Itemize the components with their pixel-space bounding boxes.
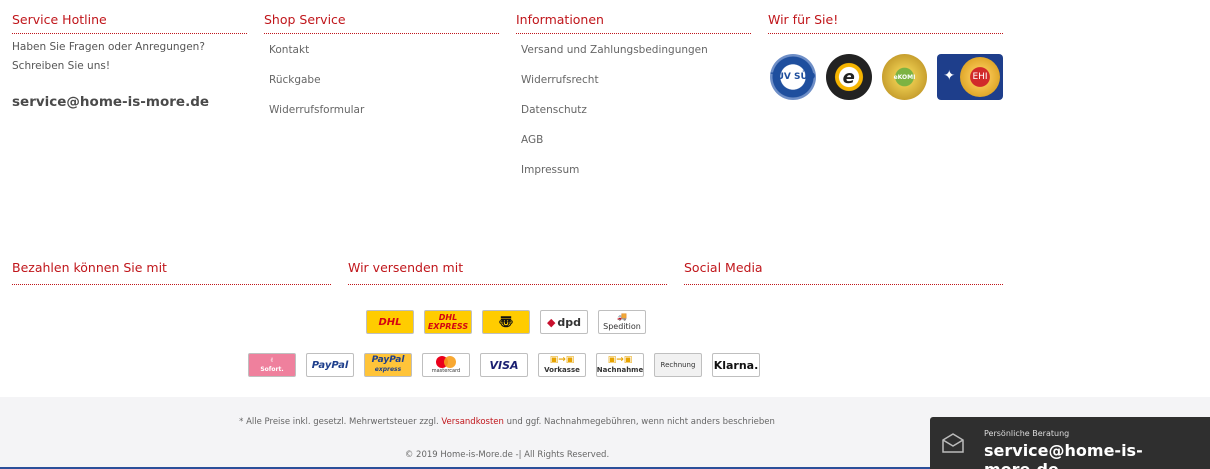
service-hotline-text: Haben Sie Fragen oder Anregungen? Schrei… xyxy=(12,41,205,72)
ehi-seal-icon[interactable]: ✦ EHI xyxy=(937,54,1004,100)
trusted-shops-seal-icon[interactable]: e xyxy=(825,54,872,100)
payment-section: Bezahlen können Sie mit xyxy=(12,260,331,285)
sofort-symbol-icon: ✌ xyxy=(269,357,275,364)
mastercard-badge-icon: mastercard xyxy=(422,353,470,377)
nachnahme-badge-icon: ▣→▣ Nachnahme xyxy=(596,353,644,377)
consultation-label: Persönliche Beratung xyxy=(984,429,1070,438)
shop-service-column: Shop Service Kontakt Rückgabe Widerrufsf… xyxy=(264,12,499,130)
informationen-links: Versand und Zahlungsbedingungen Widerruf… xyxy=(516,40,751,190)
personal-consultation-widget[interactable]: Persönliche Beratung service@home-is-mor… xyxy=(930,417,1210,469)
truck-icon: 🚚 xyxy=(617,312,627,321)
vorkasse-badge-icon: ▣→▣ Vorkasse xyxy=(538,353,586,377)
deutsche-post-badge-icon: 〠 xyxy=(482,310,530,334)
informationen-column: Informationen Versand und Zahlungsbeding… xyxy=(516,12,751,190)
europe-map-icon: ✦ xyxy=(943,68,956,84)
paypal-express-badge-icon: PayPal express xyxy=(364,353,412,377)
payment-badges: ✌ Sofort. PayPal PayPal express masterca… xyxy=(248,353,760,377)
informationen-title: Informationen xyxy=(516,12,751,34)
link-versand[interactable]: Versand und Zahlungsbedingungen xyxy=(516,40,751,70)
service-hotline-column: Service Hotline Haben Sie Fragen oder An… xyxy=(12,12,247,110)
paypal-badge-icon: PayPal xyxy=(306,353,354,377)
dpd-badge-icon: ◆ dpd xyxy=(540,310,588,334)
dhl-express-badge-icon: DHL EXPRESS xyxy=(424,310,472,334)
shipping-section: Wir versenden mit xyxy=(348,260,667,285)
ehi-seal-label: EHI xyxy=(960,57,1001,97)
social-section: Social Media xyxy=(684,260,1003,285)
dhl-badge-icon: DHL xyxy=(366,310,414,334)
link-datenschutz[interactable]: Datenschutz xyxy=(516,100,751,130)
paypal-express-label-2: express xyxy=(374,366,402,373)
nachnahme-label: Nachnahme xyxy=(596,366,644,374)
copyright-text: © 2019 Home-is-More.de -| All Rights Res… xyxy=(404,450,610,460)
rechnung-badge-icon: Rechnung xyxy=(654,353,702,377)
shop-service-title: Shop Service xyxy=(264,12,499,34)
money-transfer-icon: ▣→▣ xyxy=(549,355,575,365)
price-note-prefix: * Alle Preise inkl. gesetzl. Mehrwertste… xyxy=(239,417,439,427)
link-widerrufsrecht[interactable]: Widerrufsrecht xyxy=(516,70,751,100)
sofort-label: Sofort. xyxy=(260,366,284,373)
cash-on-delivery-icon: ▣→▣ xyxy=(607,355,633,365)
link-kontakt[interactable]: Kontakt xyxy=(264,40,499,70)
link-rueckgabe[interactable]: Rückgabe xyxy=(264,70,499,100)
price-note: * Alle Preise inkl. gesetzl. Mehrwertste… xyxy=(0,417,1014,427)
dpd-label: dpd xyxy=(557,315,582,329)
link-impressum[interactable]: Impressum xyxy=(516,160,751,190)
shipping-badges: DHL DHL EXPRESS 〠 ◆ dpd 🚚 Spedition xyxy=(366,310,646,334)
wir-fuer-sie-column: Wir für Sie! TÜV SÜD e eKOMI ✦ EHI xyxy=(768,12,1004,100)
service-email-link[interactable]: service@home-is-more.de xyxy=(12,94,247,110)
dhl-express-label-2: EXPRESS xyxy=(427,322,469,331)
klarna-badge-icon: Klarna. xyxy=(712,353,760,377)
link-widerrufsformular[interactable]: Widerrufsformular xyxy=(264,100,499,130)
ekomi-seal-icon[interactable]: eKOMI xyxy=(881,54,928,100)
trust-seals: TÜV SÜD e eKOMI ✦ EHI xyxy=(768,54,1004,100)
vorkasse-label: Vorkasse xyxy=(544,366,580,374)
tuv-seal-icon[interactable]: TÜV SÜD xyxy=(770,54,816,100)
sofort-badge-icon: ✌ Sofort. xyxy=(248,353,296,377)
spedition-badge-icon: 🚚 Spedition xyxy=(598,310,646,334)
service-hotline-title: Service Hotline xyxy=(12,12,247,34)
shop-service-links: Kontakt Rückgabe Widerrufsformular xyxy=(264,40,499,130)
mastercard-label: mastercard xyxy=(431,367,461,374)
envelope-icon xyxy=(942,433,964,453)
social-title: Social Media xyxy=(684,260,1003,285)
versandkosten-link[interactable]: Versandkosten xyxy=(441,417,504,427)
paypal-express-label-1: PayPal xyxy=(371,355,405,365)
link-agb[interactable]: AGB xyxy=(516,130,751,160)
dhl-express-label-1: DHL xyxy=(438,313,458,322)
shipping-title: Wir versenden mit xyxy=(348,260,667,285)
dpd-cube-icon: ◆ xyxy=(546,315,556,329)
payment-title: Bezahlen können Sie mit xyxy=(12,260,331,285)
mastercard-circles-icon xyxy=(436,355,456,368)
visa-badge-icon: VISA xyxy=(480,353,528,377)
spedition-label: Spedition xyxy=(603,322,641,331)
wir-fuer-sie-title: Wir für Sie! xyxy=(768,12,1003,34)
consultation-email[interactable]: service@home-is-more.de xyxy=(984,441,1210,469)
price-note-suffix: und ggf. Nachnahmegebühren, wenn nicht a… xyxy=(506,417,775,427)
